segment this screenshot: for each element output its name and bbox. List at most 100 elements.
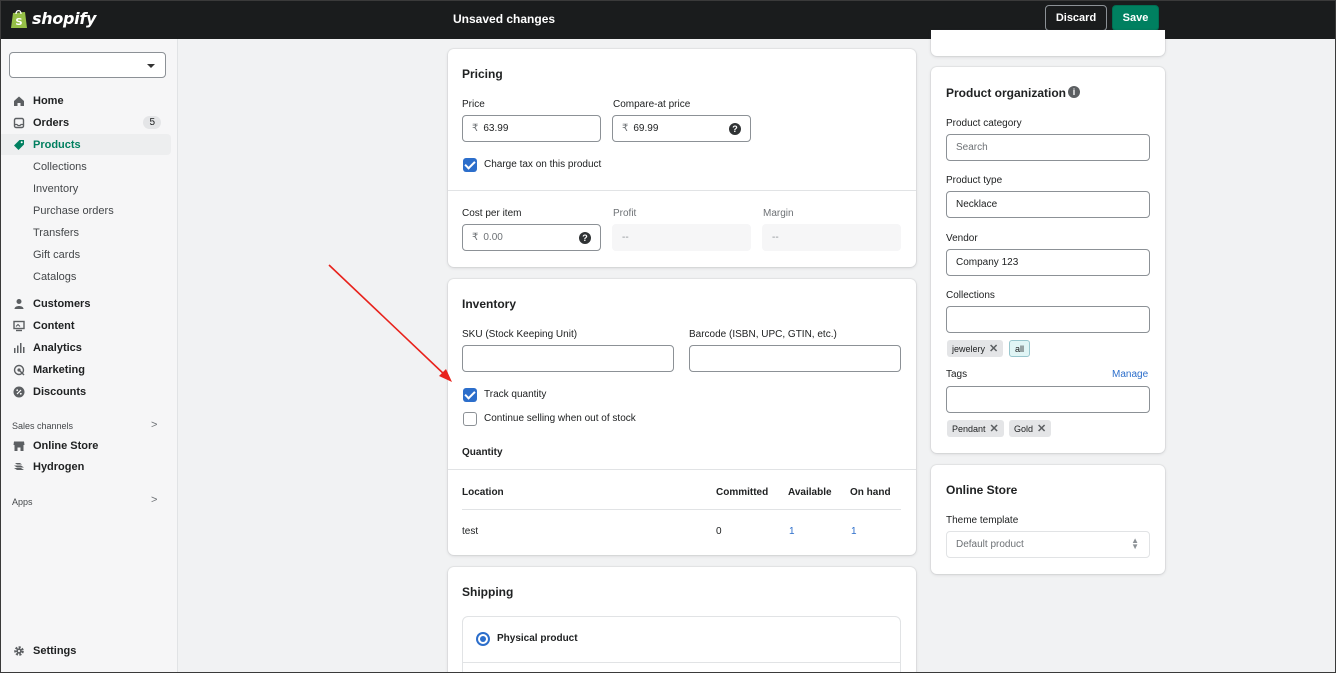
sidebar-item-orders[interactable]: Orders 5 bbox=[0, 112, 171, 133]
vendor-value: Company 123 bbox=[956, 257, 1019, 268]
product-organization-card: Product organization i Product category … bbox=[931, 67, 1165, 453]
orders-count-badge: 5 bbox=[143, 116, 161, 129]
select-arrows-icon: ▲ ▼ bbox=[1131, 536, 1139, 551]
profit-field: -- bbox=[612, 224, 751, 251]
online-store-title: Online Store bbox=[946, 483, 1018, 497]
sidebar-subitem-inventory[interactable]: Inventory bbox=[33, 183, 78, 195]
vendor-label: Vendor bbox=[946, 233, 978, 244]
physical-product-radio[interactable] bbox=[476, 632, 490, 646]
sidebar-item-settings[interactable]: Settings bbox=[0, 640, 171, 661]
sidebar-item-label: Orders bbox=[33, 116, 70, 129]
remove-tag-icon[interactable]: ✕ bbox=[989, 342, 998, 355]
continue-selling-label: Continue selling when out of stock bbox=[484, 413, 636, 424]
gear-icon bbox=[13, 645, 25, 657]
sidebar-item-label: Online Store bbox=[33, 439, 99, 452]
charge-tax-checkbox[interactable] bbox=[463, 158, 477, 172]
margin-value: -- bbox=[772, 232, 779, 243]
annotation-arrow-line bbox=[328, 264, 447, 377]
sidebar-subitem-purchase-orders[interactable]: Purchase orders bbox=[33, 205, 114, 217]
store-icon bbox=[13, 440, 25, 452]
location-column-header: Location bbox=[462, 487, 504, 498]
barcode-input[interactable] bbox=[689, 345, 901, 372]
profit-value: -- bbox=[622, 232, 629, 243]
quantity-heading: Quantity bbox=[462, 447, 503, 458]
unsaved-changes-title: Unsaved changes bbox=[453, 12, 556, 26]
sidebar-item-analytics[interactable]: Analytics bbox=[0, 337, 171, 358]
sidebar-item-products[interactable]: Products bbox=[0, 134, 171, 155]
sidebar-item-label: Marketing bbox=[33, 363, 85, 376]
tag-pendant: Pendant ✕ bbox=[947, 420, 1004, 437]
sales-channels-chevron-icon[interactable]: > bbox=[151, 419, 157, 431]
sidebar-item-content[interactable]: Content bbox=[0, 315, 171, 336]
store-selector[interactable] bbox=[9, 52, 166, 78]
sidebar-item-hydrogen[interactable]: Hydrogen bbox=[0, 456, 171, 477]
pricing-card: Pricing Price ₹ 63.99 Compare-at price ₹… bbox=[448, 49, 916, 267]
manage-tags-link[interactable]: Manage bbox=[1112, 369, 1148, 380]
hydrogen-icon bbox=[13, 461, 25, 473]
on-hand-column-header: On hand bbox=[850, 487, 891, 498]
on-hand-cell[interactable]: 1 bbox=[851, 526, 857, 537]
theme-template-select[interactable]: Default product ▲ ▼ bbox=[946, 531, 1150, 558]
sidebar-subitem-collections[interactable]: Collections bbox=[33, 161, 87, 173]
product-type-input[interactable]: Necklace bbox=[946, 191, 1150, 218]
product-category-placeholder: Search bbox=[956, 142, 988, 153]
previous-card-bottom bbox=[931, 30, 1165, 56]
price-input[interactable]: ₹ 63.99 bbox=[462, 115, 601, 142]
shipping-option-box: Physical product bbox=[462, 616, 901, 673]
shipping-card: Shipping Physical product bbox=[448, 567, 916, 673]
brand-name: shopify bbox=[32, 9, 97, 28]
collection-tag-jewelery: jewelery ✕ bbox=[947, 340, 1004, 357]
help-icon[interactable]: ? bbox=[729, 123, 741, 135]
sidebar-item-home[interactable]: Home bbox=[0, 90, 171, 111]
sidebar-subitem-transfers[interactable]: Transfers bbox=[33, 227, 79, 239]
sidebar-item-label: Analytics bbox=[33, 341, 82, 354]
continue-selling-checkbox[interactable] bbox=[463, 412, 477, 426]
sidebar-subitem-gift-cards[interactable]: Gift cards bbox=[33, 249, 80, 261]
sku-input[interactable] bbox=[462, 345, 674, 372]
sidebar-item-customers[interactable]: Customers bbox=[0, 293, 171, 314]
tag-label: Pendant bbox=[952, 423, 986, 434]
sidebar-item-label: Discounts bbox=[33, 385, 87, 398]
divider bbox=[448, 190, 916, 191]
sidebar-item-discounts[interactable]: Discounts bbox=[0, 381, 171, 402]
theme-template-label: Theme template bbox=[946, 515, 1019, 526]
apps-chevron-icon[interactable]: > bbox=[151, 494, 157, 506]
discount-icon bbox=[13, 386, 25, 398]
available-column-header: Available bbox=[788, 487, 832, 498]
discard-button[interactable]: Discard bbox=[1045, 5, 1107, 31]
inventory-card: Inventory SKU (Stock Keeping Unit) Barco… bbox=[448, 279, 916, 555]
sidebar-item-label: Customers bbox=[33, 297, 91, 310]
track-quantity-label: Track quantity bbox=[484, 389, 547, 400]
product-type-value: Necklace bbox=[956, 199, 998, 210]
sidebar-item-online-store[interactable]: Online Store bbox=[0, 435, 171, 456]
compare-at-price-input[interactable]: ₹ 69.99 ? bbox=[612, 115, 751, 142]
sidebar-item-label: Hydrogen bbox=[33, 460, 85, 473]
track-quantity-checkbox[interactable] bbox=[463, 388, 477, 402]
tag-label: all bbox=[1015, 343, 1025, 354]
sidebar-subitem-catalogs[interactable]: Catalogs bbox=[33, 271, 76, 283]
tags-label: Tags bbox=[946, 369, 968, 380]
collections-input[interactable] bbox=[946, 306, 1150, 333]
price-label: Price bbox=[462, 99, 485, 110]
sidebar-item-marketing[interactable]: Marketing bbox=[0, 359, 171, 380]
currency-symbol: ₹ bbox=[622, 123, 629, 134]
pricing-title: Pricing bbox=[462, 67, 503, 81]
theme-template-value: Default product bbox=[956, 539, 1024, 550]
profit-label: Profit bbox=[613, 208, 637, 219]
product-category-input[interactable]: Search bbox=[946, 134, 1150, 161]
tags-input[interactable] bbox=[946, 386, 1150, 413]
shopify-logo[interactable]: S shopify bbox=[10, 8, 96, 29]
product-type-label: Product type bbox=[946, 175, 1003, 186]
compare-at-price-value: 69.99 bbox=[633, 123, 659, 134]
info-icon[interactable]: i bbox=[1068, 86, 1080, 98]
sidebar-item-label: Home bbox=[33, 94, 64, 107]
available-cell[interactable]: 1 bbox=[789, 526, 795, 537]
cost-per-item-input[interactable]: ₹ 0.00 ? bbox=[462, 224, 601, 251]
vendor-input[interactable]: Company 123 bbox=[946, 249, 1150, 276]
remove-tag-icon[interactable]: ✕ bbox=[990, 422, 999, 435]
tag-label: Gold bbox=[1014, 423, 1034, 434]
product-organization-title: Product organization bbox=[946, 86, 1066, 100]
remove-tag-icon[interactable]: ✕ bbox=[1037, 422, 1046, 435]
help-icon[interactable]: ? bbox=[579, 232, 591, 244]
save-button[interactable]: Save bbox=[1112, 5, 1159, 31]
